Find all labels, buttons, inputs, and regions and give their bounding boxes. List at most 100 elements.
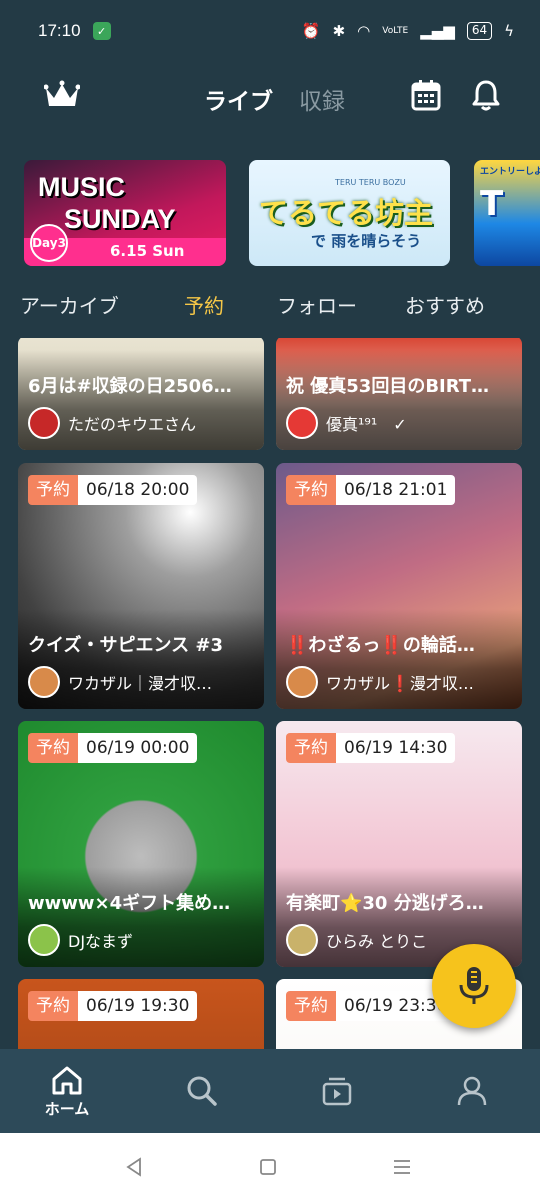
card-username: ワカザル❗️漫才収… [326,674,474,693]
nav-home-label: ホーム [44,1099,90,1118]
badge-label: 予約 [28,475,78,505]
home-icon [52,1066,82,1094]
badge-time: 06/18 21:01 [336,475,456,505]
card-title: 6月は#収録の日2506… [28,376,232,397]
profile-icon [457,1076,487,1106]
tab-recording[interactable]: 収録 [299,82,345,116]
banner-title-line2: SUNDAY [64,204,176,234]
card-title: wwww×4ギフト集め… [28,893,231,914]
card-user[interactable]: ただのキウエさん [28,406,254,440]
tab-follow[interactable]: フォロー [277,290,357,319]
card-username: ワカザル｜漫才収… [68,674,213,693]
avatar [28,407,60,439]
badge-label: 予約 [28,991,78,1021]
banner-subtitle: で 雨を晴らそう [311,232,422,250]
system-navigation-bar [0,1133,540,1199]
bluetooth-icon: ✱ [332,22,346,40]
card-username: ひらみ とりこ [326,932,428,951]
status-time: 17:10 [38,21,81,40]
card-user[interactable]: 優真¹⁹¹ ✓ [286,406,512,440]
badge-label: 予約 [286,991,336,1021]
live-card[interactable]: 6月は#収録の日2506… ただのキウエさん [18,338,264,450]
card-user[interactable]: DJなまず [28,923,254,957]
category-tabs: アーカイブ 予約 フォロー おすすめ [0,286,540,322]
banner-entry[interactable]: エントリーしよ T [474,160,540,266]
card-user[interactable]: ワカザル❗️漫才収… [286,665,512,699]
bottom-navigation: ホーム [0,1049,540,1133]
live-card[interactable]: 予約 06/19 14:30 有楽町⭐30 分逃げろ… ひらみ とりこ [276,721,522,967]
shield-icon: ✓ [92,22,111,40]
top-header: ライブ 収録 [0,62,540,134]
banner-small-text: TERU TERU BOZU [335,178,406,187]
card-username: ただのキウエさん [68,415,197,434]
badge-time: 06/19 14:30 [336,733,456,763]
card-title: クイズ・サピエンス #3 [28,635,223,656]
live-card[interactable]: 予約 06/18 20:00 クイズ・サピエンス #3 ワカザル｜漫才収… [18,463,264,709]
card-username: DJなまず [68,932,134,951]
badge-time: 06/19 19:30 [78,991,198,1021]
badge-label: 予約 [286,733,336,763]
alarm-icon: ⏰ [301,22,321,40]
banner-day-badge: Day3 [30,224,68,262]
reservation-badge: 予約 06/18 20:00 [28,475,198,505]
avatar [286,924,318,956]
card-title: 有楽町⭐30 分逃げろ… [286,893,484,914]
live-card[interactable]: 祝 優真53回目のBIRT… 優真¹⁹¹ ✓ [276,338,522,450]
calendar-icon[interactable] [410,78,442,112]
nav-search[interactable] [162,1049,242,1133]
tab-live[interactable]: ライブ [204,82,273,116]
battery-indicator: 64 [466,22,493,40]
live-card[interactable]: 予約 06/19 00:00 wwww×4ギフト集め… DJなまず [18,721,264,967]
tab-reservation[interactable]: 予約 [184,290,224,319]
recents-icon[interactable] [392,1158,412,1176]
bell-icon[interactable] [470,78,502,112]
search-icon [187,1076,217,1106]
reservation-badge: 予約 06/18 21:01 [286,475,456,505]
live-card[interactable]: 予約 06/18 21:01 ‼️わざるっ‼️の輪話… ワカザル❗️漫才収… [276,463,522,709]
avatar [286,666,318,698]
badge-label: 予約 [28,733,78,763]
signal-icon: ▂▄▆ [420,22,455,40]
live-card[interactable]: 予約 06/19 19:30 [18,979,264,1050]
badge-label: 予約 [286,475,336,505]
home-square-icon[interactable] [259,1158,277,1176]
avatar [28,666,60,698]
card-username: 優真¹⁹¹ ✓ [326,415,407,434]
card-user[interactable]: ワカザル｜漫才収… [28,665,254,699]
reservation-badge: 予約 06/19 00:00 [28,733,198,763]
app-screen: 17:10 ✓ ⏰ ✱ ◠ VoLTE ▂▄▆ 64 ϟ ライブ 収録 MUSI… [0,0,540,1199]
crown-icon[interactable] [44,80,80,112]
avatar [286,407,318,439]
banner-date: 6.15 Sun [110,242,185,260]
avatar [28,924,60,956]
reservation-badge: 予約 06/19 14:30 [286,733,456,763]
tab-archive[interactable]: アーカイブ [20,290,119,319]
start-live-button[interactable] [432,944,516,1028]
video-list-icon [322,1077,352,1106]
back-icon[interactable] [124,1157,144,1177]
card-title: 祝 優真53回目のBIRT… [286,376,490,397]
banner-music-sunday[interactable]: MUSIC SUNDAY 6.15 Sun Day3 [24,160,226,266]
banner-carousel[interactable]: MUSIC SUNDAY 6.15 Sun Day3 TERU TERU BOZ… [0,160,540,270]
volte-icon: VoLTE [382,26,409,36]
banner-entry-text: エントリーしよ [480,167,540,177]
reservation-badge: 予約 06/19 19:30 [28,991,198,1021]
microphone-icon [459,967,489,1004]
nav-home[interactable]: ホーム [27,1049,107,1133]
status-bar: 17:10 ✓ ⏰ ✱ ◠ VoLTE ▂▄▆ 64 ϟ [0,0,540,62]
badge-time: 06/19 00:00 [78,733,198,763]
card-title: ‼️わざるっ‼️の輪話… [286,635,475,656]
nav-videos[interactable] [297,1049,377,1133]
reservation-badge: 予約 06/19 23:30 [286,991,456,1021]
charging-icon: ϟ [504,22,514,40]
nav-profile[interactable] [432,1049,512,1133]
banner-title-line1: MUSIC [38,172,125,202]
banner-title: てるてる坊主 [259,196,434,230]
live-card-grid: 6月は#収録の日2506… ただのキウエさん 祝 優真53回目のBIRT… 優真… [0,338,540,1050]
tab-recommended[interactable]: おすすめ [405,290,485,319]
banner-teru-teru-bozu[interactable]: TERU TERU BOZU てるてる坊主 で 雨を晴らそう [249,160,450,266]
badge-time: 06/18 20:00 [78,475,198,505]
status-icons: ⏰ ✱ ◠ VoLTE ▂▄▆ 64 ϟ [302,22,514,40]
wifi-icon: ◠ [357,22,371,40]
banner-entry-big: T [480,184,504,224]
